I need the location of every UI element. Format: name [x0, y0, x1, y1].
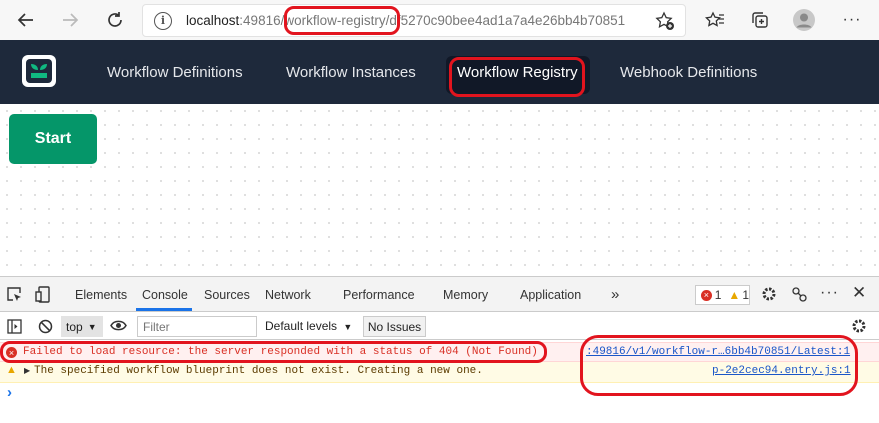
remote-devices-icon[interactable] — [791, 286, 808, 308]
url-path-highlight: /workflow-registry — [280, 13, 386, 28]
devtools-more-icon[interactable]: ··· — [820, 284, 839, 302]
error-source-link[interactable]: :49816/v1/workflow-r…6bb4b70851/Latest:1 — [586, 346, 850, 358]
devtools-tab-bar: Elements Console Sources Network Perform… — [0, 277, 879, 312]
url-text: localhost:49816/workflow-registry/df5270… — [186, 13, 625, 28]
info-icon[interactable]: i — [154, 11, 172, 30]
browser-toolbar: i localhost:49816/workflow-registry/df52… — [0, 0, 879, 40]
more-tabs-chevron-icon[interactable]: » — [611, 277, 619, 312]
console-message-warning: ▲ ▶ The specified workflow blueprint doe… — [0, 362, 879, 383]
forward-icon[interactable] — [58, 8, 82, 32]
nav-workflow-instances[interactable]: Workflow Instances — [286, 40, 416, 104]
nav-workflow-definitions[interactable]: Workflow Definitions — [107, 40, 243, 104]
expand-triangle-icon[interactable]: ▶ — [24, 366, 30, 375]
console-message-error: × Failed to load resource: the server re… — [0, 342, 879, 362]
warning-source-link[interactable]: p-2e2cec94.entry.js:1 — [712, 365, 851, 377]
tab-sources[interactable]: Sources — [204, 277, 250, 312]
dropdown-arrow-icon: ▼ — [87, 321, 97, 332]
issue-counter[interactable]: × 1 ▲ 1 — [695, 285, 750, 305]
favorite-add-icon[interactable] — [655, 11, 675, 34]
log-levels-label: Default levels — [265, 319, 338, 333]
context-label: top — [66, 319, 83, 334]
console-toolbar: top ▼ Default levels ▼ No Issues — [0, 313, 879, 340]
inspect-element-icon[interactable] — [6, 286, 23, 308]
url-host: localhost — [186, 13, 240, 28]
start-activity-button[interactable]: Start — [9, 114, 97, 164]
tab-network[interactable]: Network — [265, 277, 311, 312]
error-count: 1 — [714, 288, 722, 302]
tab-application[interactable]: Application — [520, 277, 581, 312]
warning-message-text: The specified workflow blueprint does no… — [34, 365, 483, 377]
device-toolbar-icon[interactable] — [35, 286, 52, 308]
console-filter-input[interactable] — [137, 316, 257, 337]
warning-count: 1 — [742, 288, 749, 302]
active-tab-indicator — [136, 308, 192, 311]
warning-count-icon: ▲ — [728, 288, 741, 302]
url-path-rest: /df5270c90bee4ad1a7a4e26bb4b70851 — [385, 13, 626, 28]
more-menu-icon[interactable]: ··· — [840, 8, 864, 32]
favorites-icon[interactable] — [703, 8, 727, 32]
tab-memory[interactable]: Memory — [443, 277, 488, 312]
nav-webhook-definitions[interactable]: Webhook Definitions — [620, 40, 757, 104]
close-devtools-icon[interactable]: ✕ — [852, 283, 866, 303]
context-selector[interactable]: top ▼ — [61, 316, 103, 337]
profile-avatar-icon[interactable] — [792, 8, 816, 32]
clear-console-icon[interactable] — [38, 319, 53, 339]
back-icon[interactable] — [14, 8, 38, 32]
warning-icon: ▲ — [6, 364, 17, 376]
settings-gear-icon[interactable] — [761, 286, 777, 307]
tab-elements[interactable]: Elements — [75, 277, 127, 312]
live-expression-eye-icon[interactable] — [110, 318, 127, 338]
collections-icon[interactable] — [748, 8, 772, 32]
error-icon: × — [6, 347, 17, 358]
show-sidebar-icon[interactable] — [7, 319, 22, 339]
issues-button[interactable]: No Issues — [363, 316, 426, 337]
tab-performance[interactable]: Performance — [343, 277, 415, 312]
url-port: :49816 — [239, 13, 281, 28]
designer-canvas[interactable] — [0, 104, 879, 276]
console-settings-gear-icon[interactable] — [851, 318, 867, 339]
elsa-logo-icon[interactable] — [22, 55, 56, 87]
levels-dropdown-arrow-icon: ▼ — [343, 322, 353, 332]
tab-console[interactable]: Console — [142, 277, 188, 312]
log-levels-dropdown[interactable]: Default levels ▼ — [265, 319, 352, 333]
refresh-icon[interactable] — [103, 8, 127, 32]
error-message-text: Failed to load resource: the server resp… — [23, 346, 538, 358]
console-prompt-icon[interactable]: › — [7, 384, 12, 401]
error-count-icon: × — [701, 289, 712, 301]
nav-workflow-registry[interactable]: Workflow Registry — [457, 40, 578, 104]
address-bar[interactable]: i localhost:49816/workflow-registry/df52… — [142, 4, 686, 37]
